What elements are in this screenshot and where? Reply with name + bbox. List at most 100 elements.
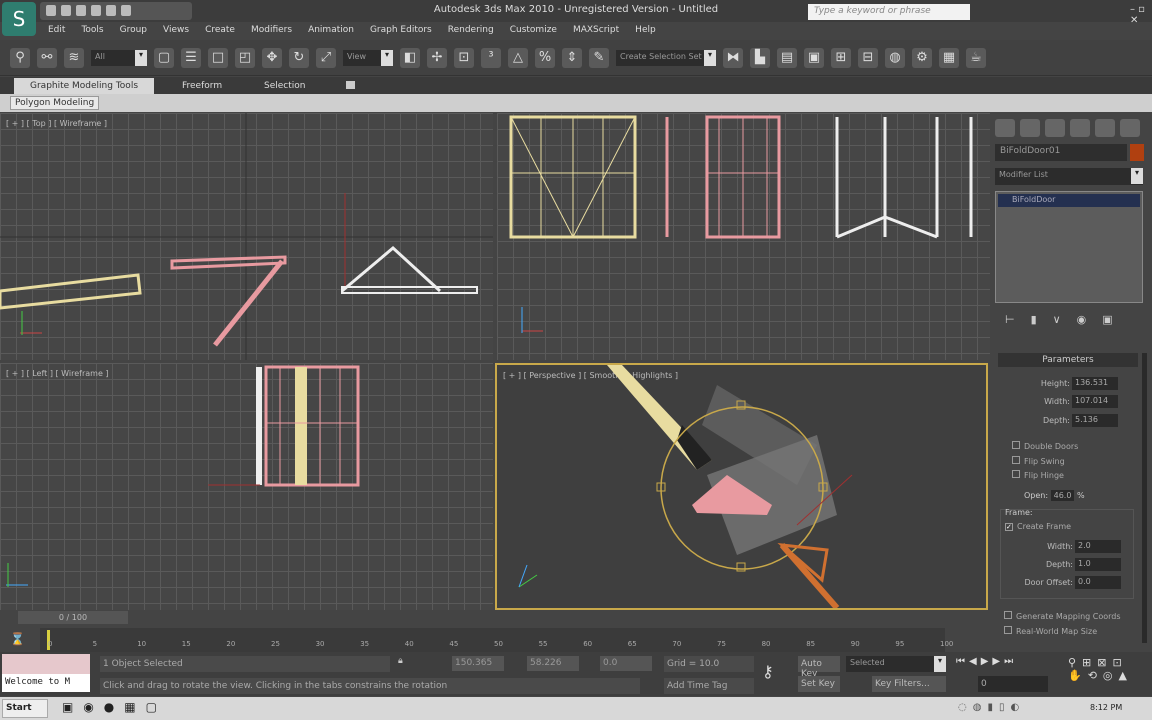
graphite-toggle-icon[interactable]: ▣ bbox=[804, 47, 824, 68]
render-setup-icon[interactable]: ⚙ bbox=[912, 47, 932, 68]
system-tray-icons[interactable]: ◌◍▮▯◐ bbox=[958, 702, 1025, 713]
selection-filter-dropdown[interactable]: All bbox=[91, 49, 147, 66]
taskbar-apps[interactable]: ▣◉●▦▢ bbox=[62, 700, 167, 714]
maxscript-mini-listener[interactable]: Welcome to M bbox=[2, 674, 90, 692]
track-bar[interactable]: 0 5 10 15 20 25 30 35 40 45 50 55 60 65 70 75 80 85 90 95 10… bbox=[40, 628, 953, 652]
schematic-view-icon[interactable]: ⊟ bbox=[858, 47, 878, 68]
window-crossing-icon[interactable]: ◰ bbox=[235, 47, 255, 68]
frame-depth-spinner[interactable]: 1.0 bbox=[1075, 558, 1121, 571]
object-name-field[interactable]: BiFoldDoor01 bbox=[995, 144, 1127, 161]
bind-space-warp-icon[interactable]: ≋ bbox=[64, 47, 84, 68]
door-offset-spinner[interactable]: 0.0 bbox=[1075, 576, 1121, 589]
window-controls[interactable]: – ▫ ✕ bbox=[1130, 4, 1152, 26]
menu-rendering[interactable]: Rendering bbox=[440, 23, 502, 38]
app-logo-icon[interactable]: S bbox=[2, 2, 36, 36]
set-key-icon[interactable]: ⚷ bbox=[762, 662, 774, 681]
mirror-icon[interactable]: ⧓ bbox=[723, 47, 743, 68]
angle-snap-icon[interactable]: △ bbox=[508, 47, 528, 68]
time-slider[interactable]: 0 / 100 bbox=[18, 611, 128, 624]
viewport-left[interactable]: [ + ] [ Left ] [ Wireframe ] bbox=[0, 363, 493, 610]
modify-tab-icon[interactable] bbox=[1020, 119, 1040, 137]
spinner-snap-icon[interactable]: ⇕ bbox=[562, 47, 582, 68]
command-panel-scrollbar[interactable] bbox=[1142, 353, 1147, 643]
x-coordinate-field[interactable]: 150.365 bbox=[452, 656, 504, 671]
unlink-icon[interactable]: ⚯ bbox=[37, 47, 57, 68]
menu-create[interactable]: Create bbox=[197, 23, 243, 38]
playback-controls[interactable]: ⏮◀▶▶⏭ bbox=[956, 656, 1017, 667]
menu-help[interactable]: Help bbox=[627, 23, 664, 38]
width-spinner[interactable]: 107.014 bbox=[1072, 395, 1118, 408]
start-button[interactable]: Start bbox=[2, 699, 48, 718]
flip-swing-checkbox[interactable]: Flip Swing bbox=[1012, 456, 1065, 466]
set-key-button[interactable]: Set Key bbox=[798, 676, 840, 692]
generate-mapping-checkbox[interactable]: Generate Mapping Coords bbox=[1004, 611, 1121, 621]
search-input[interactable]: Type a keyword or phrase bbox=[808, 4, 970, 20]
layer-manager-icon[interactable]: ▤ bbox=[777, 47, 797, 68]
key-filters-button[interactable]: Key Filters... bbox=[872, 676, 946, 692]
lock-selection-icon[interactable]: 🔒︎ bbox=[398, 656, 403, 666]
depth-spinner[interactable]: 5.136 bbox=[1072, 414, 1118, 427]
edit-named-sets-icon[interactable]: ✎ bbox=[589, 47, 609, 68]
auto-key-button[interactable]: Auto Key bbox=[798, 656, 840, 679]
stack-item[interactable]: BiFoldDoor bbox=[998, 194, 1140, 207]
tab-freeform[interactable]: Freeform bbox=[166, 78, 238, 94]
rendered-frame-icon[interactable]: ▦ bbox=[939, 47, 959, 68]
align-icon[interactable]: ▙ bbox=[750, 47, 770, 68]
viewport-front[interactable] bbox=[497, 113, 990, 360]
double-doors-checkbox[interactable]: Double Doors bbox=[1012, 441, 1078, 451]
render-icon[interactable]: ☕ bbox=[966, 47, 986, 68]
modifier-list-dropdown[interactable]: Modifier List bbox=[995, 168, 1143, 185]
maxscript-listener[interactable] bbox=[2, 654, 90, 674]
manipulate-icon[interactable]: ✢ bbox=[427, 47, 447, 68]
menu-tools[interactable]: Tools bbox=[73, 23, 111, 38]
add-time-tag[interactable]: Add Time Tag bbox=[664, 678, 754, 694]
real-world-map-checkbox[interactable]: Real-World Map Size bbox=[1004, 626, 1097, 636]
select-object-icon[interactable]: ▢ bbox=[154, 47, 174, 68]
tab-selection[interactable]: Selection bbox=[248, 78, 321, 94]
percent-snap-icon[interactable]: % bbox=[535, 47, 555, 68]
named-selection-dropdown[interactable]: Create Selection Set bbox=[616, 49, 716, 66]
height-spinner[interactable]: 136.531 bbox=[1072, 377, 1118, 390]
link-icon[interactable]: ⚲ bbox=[10, 47, 30, 68]
curve-editor-icon[interactable]: ⊞ bbox=[831, 47, 851, 68]
y-coordinate-field[interactable]: 58.226 bbox=[527, 656, 579, 671]
viewport-perspective[interactable]: [ + ] [ Perspective ] [ Smooth + Highlig… bbox=[495, 363, 988, 610]
move-icon[interactable]: ✥ bbox=[262, 47, 282, 68]
utilities-tab-icon[interactable] bbox=[1120, 119, 1140, 137]
key-mode-dropdown[interactable]: Selected bbox=[846, 656, 946, 672]
z-coordinate-field[interactable]: 0.0 bbox=[600, 656, 652, 671]
viewport-top[interactable]: [ + ] [ Top ] [ Wireframe ] bbox=[0, 113, 493, 360]
parameters-header[interactable]: Parameters bbox=[998, 353, 1138, 367]
snap-icon[interactable]: ³ bbox=[481, 47, 501, 68]
rotate-icon[interactable]: ↻ bbox=[289, 47, 309, 68]
object-color-swatch[interactable] bbox=[1130, 144, 1144, 161]
scale-icon[interactable]: ⤢ bbox=[316, 47, 336, 68]
polygon-modeling-button[interactable]: Polygon Modeling bbox=[10, 96, 100, 110]
hierarchy-tab-icon[interactable] bbox=[1045, 119, 1065, 137]
frame-width-spinner[interactable]: 2.0 bbox=[1075, 540, 1121, 553]
menu-modifiers[interactable]: Modifiers bbox=[243, 23, 300, 38]
menu-maxscript[interactable]: MAXScript bbox=[565, 23, 627, 38]
mini-curve-editor-icon[interactable]: ⌛ bbox=[10, 632, 25, 646]
menu-animation[interactable]: Animation bbox=[300, 23, 362, 38]
tab-graphite-modeling-tools[interactable]: Graphite Modeling Tools bbox=[14, 78, 155, 94]
open-spinner[interactable]: 46.0 bbox=[1050, 490, 1075, 501]
select-by-name-icon[interactable]: ☰ bbox=[181, 47, 201, 68]
pivot-icon[interactable]: ◧ bbox=[400, 47, 420, 68]
menu-graph-editors[interactable]: Graph Editors bbox=[362, 23, 440, 38]
motion-tab-icon[interactable] bbox=[1070, 119, 1090, 137]
menu-group[interactable]: Group bbox=[112, 23, 155, 38]
menu-edit[interactable]: Edit bbox=[40, 23, 73, 38]
viewport-navigation-controls[interactable]: ⚲⊞⊠⊡ ✋⟲◎▲ bbox=[1068, 656, 1133, 682]
ribbon-toggle-icon[interactable] bbox=[346, 81, 355, 89]
rect-selection-icon[interactable]: □ bbox=[208, 47, 228, 68]
material-editor-icon[interactable]: ◍ bbox=[885, 47, 905, 68]
reference-coord-dropdown[interactable]: View bbox=[343, 49, 393, 66]
keyboard-shortcut-icon[interactable]: ⊡ bbox=[454, 47, 474, 68]
stack-controls[interactable]: ⊢▮∨◉▣ bbox=[1005, 313, 1129, 326]
create-frame-checkbox[interactable]: ✓ Create Frame bbox=[1005, 522, 1071, 531]
display-tab-icon[interactable] bbox=[1095, 119, 1115, 137]
flip-hinge-checkbox[interactable]: Flip Hinge bbox=[1012, 470, 1064, 480]
current-frame-field[interactable]: 0 bbox=[978, 676, 1048, 692]
menu-views[interactable]: Views bbox=[155, 23, 197, 38]
